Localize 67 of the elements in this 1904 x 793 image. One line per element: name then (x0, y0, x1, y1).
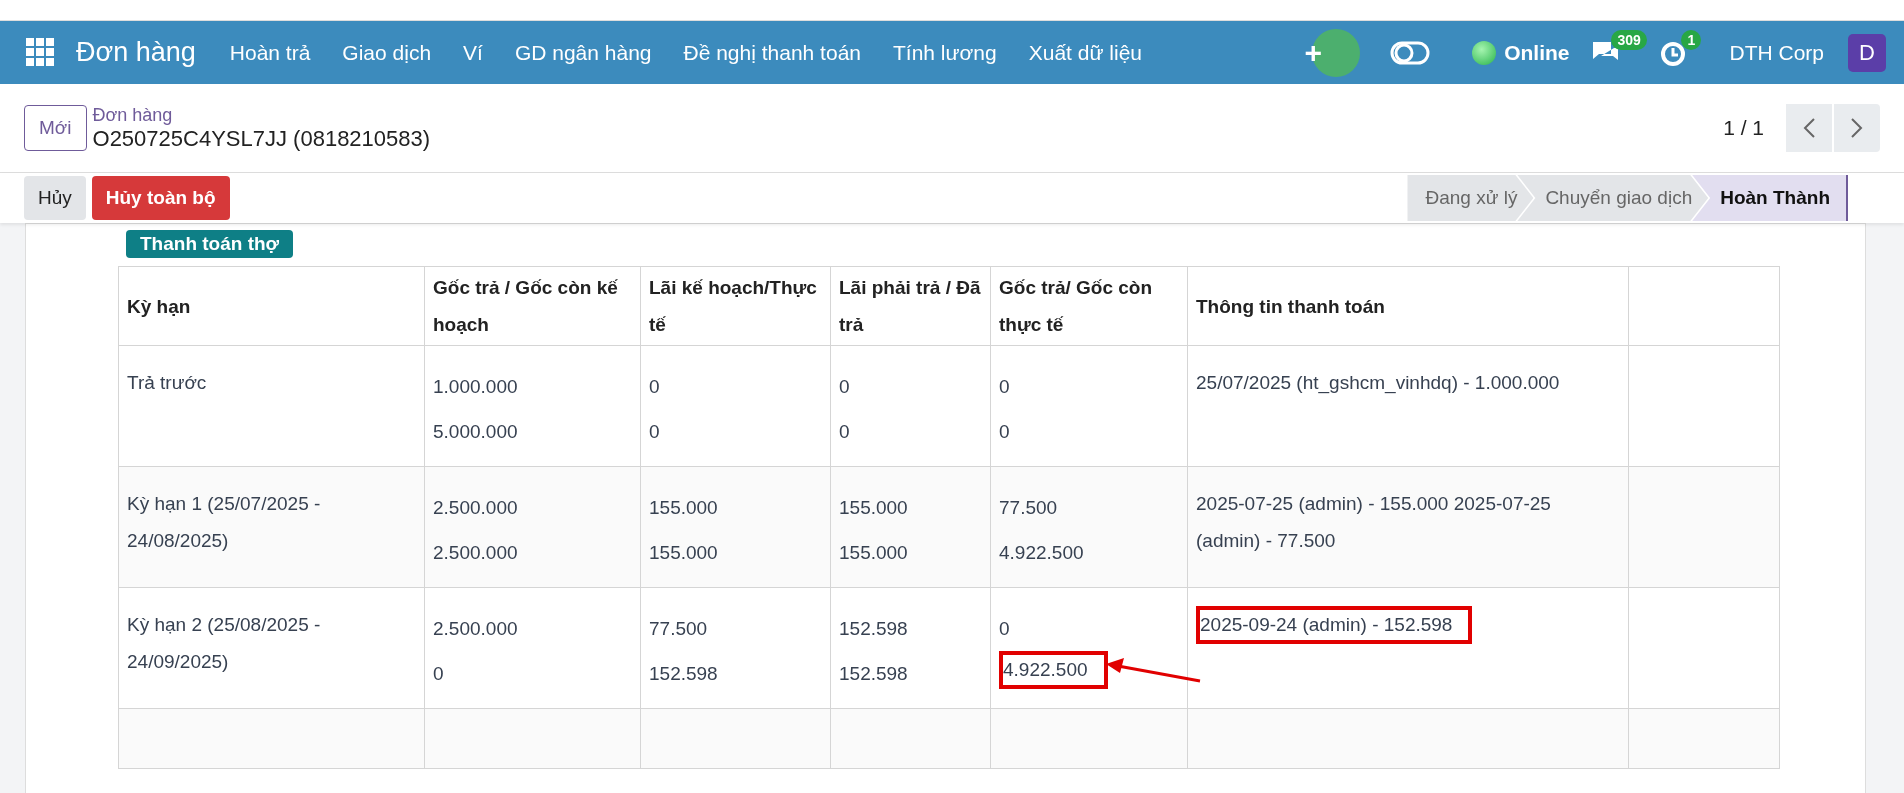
app-title[interactable]: Đơn hàng (76, 37, 196, 68)
status-stage[interactable]: Hoàn Thành (1692, 175, 1848, 221)
cancel-button[interactable]: Hủy (24, 176, 86, 220)
table-cell-text: 0 (998, 375, 1011, 399)
table-cell-text: 5.000.000 (432, 420, 519, 444)
status-stage[interactable]: Chuyển giao dịch (1517, 175, 1709, 221)
menu-item[interactable]: Giao dịch (326, 40, 448, 65)
table-cell-text: 25/07/2025 (ht_gshcm_vinhdq) - 1.000.000 (1195, 371, 1561, 396)
company-name[interactable]: DTH Corp (1729, 40, 1824, 65)
table-cell-text: 155.000 (648, 496, 719, 520)
activity-count: 1 (1681, 29, 1702, 50)
table-cell-text: Trả trước (126, 371, 208, 395)
table-cell-text: 2.500.000 (432, 496, 519, 520)
table-cell-text: 2.500.000 (432, 541, 519, 565)
table-cell-text: 0 (838, 420, 851, 444)
table-cell-text: 152.598 (838, 617, 909, 641)
table-cell-text: 155.000 (838, 541, 909, 565)
pay-worker-button[interactable]: Thanh toán thợ (126, 230, 294, 258)
column-header: Lãi kế hoạch/Thực tế (649, 277, 817, 335)
highlighted-value: 2025-09-24 (admin) - 152.598 (1196, 606, 1473, 644)
table-cell-text: 0 (838, 375, 851, 399)
chevron-left-icon (1802, 117, 1816, 139)
pager-counter: 1 / 1 (1723, 116, 1764, 140)
toggle-icon[interactable] (1390, 40, 1431, 65)
column-header: Gốc trả/ Gốc còn thực tế (999, 277, 1153, 335)
table-cell-text: 0 (648, 375, 661, 399)
column-header: Thông tin thanh toán (1196, 295, 1385, 317)
previous-button[interactable] (1786, 104, 1832, 152)
menu-item[interactable]: GD ngân hàng (498, 40, 668, 65)
table-cell-text: 4.922.500 (998, 541, 1085, 565)
table-cell-text: 152.598 (648, 662, 719, 686)
status-stage[interactable]: Đang xử lý (1407, 175, 1534, 221)
menu-item[interactable]: Xuất dữ liệu (1012, 40, 1158, 65)
highlighted-value: 4.922.500 (999, 651, 1108, 689)
breadcrumb-link[interactable]: Đơn hàng (92, 104, 431, 126)
table-cell-text: Kỳ hạn 2 (25/08/2025 - 24/09/2025) (126, 613, 321, 674)
menu-item[interactable]: Ví (447, 40, 499, 65)
table-cell-text: 77.500 (998, 496, 1059, 520)
message-count: 309 (1611, 29, 1647, 50)
table-cell-text: 152.598 (838, 662, 909, 686)
menu-item[interactable]: Hoàn trả (213, 40, 327, 65)
table-cell-text: 77.500 (648, 617, 709, 641)
record-title: O250725C4YSL7JJ (0818210583) (92, 125, 431, 152)
online-status[interactable]: Online (1504, 40, 1570, 65)
table-cell-text: 155.000 (648, 541, 719, 565)
menu-item[interactable]: Tính lương (877, 40, 1013, 65)
new-button[interactable]: Mới (24, 105, 87, 151)
next-button[interactable] (1834, 104, 1880, 152)
table-cell-text: 155.000 (838, 496, 909, 520)
chevron-right-icon (1850, 117, 1864, 139)
table-cell-text: 0 (648, 420, 661, 444)
menu-item[interactable]: Đề nghị thanh toán (667, 40, 877, 65)
table-cell-text: 1.000.000 (432, 375, 519, 399)
table-cell-text: Kỳ hạn 1 (25/07/2025 - 24/08/2025) (126, 492, 321, 553)
table-cell-text: 0 (432, 662, 445, 686)
column-header: Kỳ hạn (127, 295, 191, 317)
column-header: Lãi phải trả / Đã trả (839, 277, 981, 335)
table-cell-text: 0 (998, 617, 1011, 641)
plus-icon[interactable]: + (1304, 35, 1323, 70)
table-cell-text: 2.500.000 (432, 617, 519, 641)
column-header: Gốc trả / Gốc còn kế hoạch (433, 277, 618, 335)
table-cell-text: 0 (998, 420, 1011, 444)
table-cell-text: 2025-07-25 (admin) - 155.000 2025-07-25 (admin) - 77.500 (1195, 492, 1551, 553)
online-status-icon (1472, 40, 1497, 65)
cancel-all-button[interactable]: Hủy toàn bộ (91, 176, 230, 220)
user-avatar[interactable]: D (1848, 33, 1886, 72)
apps-menu-icon[interactable] (26, 37, 56, 68)
